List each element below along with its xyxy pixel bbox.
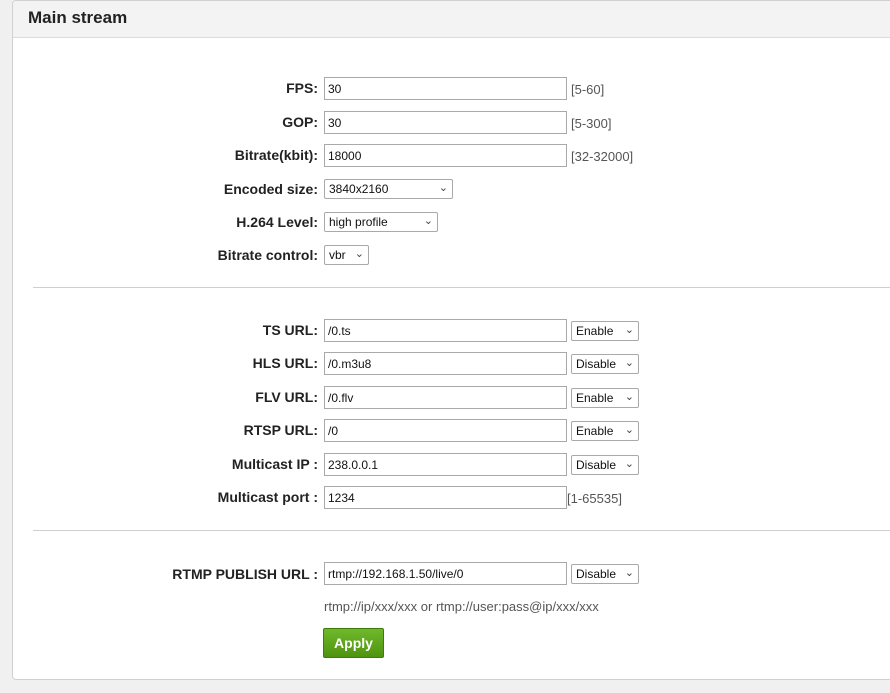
- encoded-size-value: 3840x2160: [329, 182, 389, 196]
- multicast-ip-label: Multicast IP :: [231, 456, 318, 472]
- rtmp-publish-url-input[interactable]: [324, 562, 567, 585]
- flv-url-input[interactable]: [324, 386, 567, 409]
- fps-input[interactable]: [324, 77, 567, 100]
- chevron-down-icon: ⌄: [624, 424, 634, 436]
- hls-url-label: HLS URL:: [252, 355, 318, 371]
- multicast-port-label: Multicast port :: [217, 489, 318, 505]
- encoded-size-select[interactable]: 3840x2160 ⌄: [324, 179, 453, 199]
- ts-url-state: Enable: [576, 324, 614, 338]
- h264-level-label: H.264 Level:: [236, 214, 318, 230]
- multicast-port-range: [1-65535]: [567, 491, 622, 506]
- flv-url-state: Enable: [576, 391, 614, 405]
- h264-level-value: high profile: [329, 215, 388, 229]
- chevron-down-icon: ⌄: [624, 458, 634, 470]
- bitrate-range: [32-32000]: [571, 149, 634, 164]
- bitrate-control-label: Bitrate control:: [217, 247, 318, 263]
- chevron-down-icon: ⌄: [624, 324, 634, 336]
- ts-url-label: TS URL:: [262, 322, 318, 338]
- chevron-down-icon: ⌄: [624, 391, 634, 403]
- section-divider: [33, 287, 890, 288]
- bitrate-control-select[interactable]: vbr ⌄: [324, 245, 369, 265]
- chevron-down-icon: ⌄: [423, 215, 433, 227]
- gop-input[interactable]: [324, 111, 567, 134]
- ts-url-state-select[interactable]: Enable ⌄: [571, 321, 639, 341]
- h264-level-select[interactable]: high profile ⌄: [324, 212, 438, 232]
- panel-title: Main stream: [28, 8, 128, 27]
- multicast-ip-state-select[interactable]: Disable ⌄: [571, 455, 639, 475]
- bitrate-label: Bitrate(kbit):: [234, 147, 318, 163]
- chevron-down-icon: ⌄: [354, 248, 364, 260]
- flv-url-state-select[interactable]: Enable ⌄: [571, 388, 639, 408]
- fps-range: [5-60]: [571, 82, 605, 97]
- hls-url-state: Disable: [576, 357, 617, 371]
- section-divider: [33, 530, 890, 531]
- multicast-ip-state: Disable: [576, 458, 617, 472]
- fps-label: FPS:: [286, 80, 318, 96]
- hls-url-input[interactable]: [324, 352, 567, 375]
- encoded-size-label: Encoded size:: [223, 181, 318, 197]
- rtsp-url-state-select[interactable]: Enable ⌄: [571, 421, 639, 441]
- bitrate-input[interactable]: [324, 144, 567, 167]
- gop-label: GOP:: [282, 114, 318, 130]
- gop-range: [5-300]: [571, 116, 612, 131]
- flv-url-label: FLV URL:: [255, 389, 318, 405]
- rtmp-publish-url-label: RTMP PUBLISH URL :: [172, 566, 318, 582]
- panel-header: Main stream: [13, 1, 890, 38]
- chevron-down-icon: ⌄: [438, 182, 448, 194]
- chevron-down-icon: ⌄: [624, 567, 634, 579]
- apply-button[interactable]: Apply: [323, 628, 384, 658]
- hls-url-state-select[interactable]: Disable ⌄: [571, 354, 639, 374]
- multicast-port-input[interactable]: [324, 486, 567, 509]
- rtmp-state-select[interactable]: Disable ⌄: [571, 564, 639, 584]
- rtsp-url-input[interactable]: [324, 419, 567, 442]
- rtsp-url-label: RTSP URL:: [243, 422, 318, 438]
- ts-url-input[interactable]: [324, 319, 567, 342]
- rtmp-format-note: rtmp://ip/xxx/xxx or rtmp://user:pass@ip…: [324, 599, 599, 614]
- rtmp-state: Disable: [576, 567, 617, 581]
- rtsp-url-state: Enable: [576, 424, 614, 438]
- chevron-down-icon: ⌄: [624, 357, 634, 369]
- multicast-ip-input[interactable]: [324, 453, 567, 476]
- bitrate-control-value: vbr: [329, 248, 346, 262]
